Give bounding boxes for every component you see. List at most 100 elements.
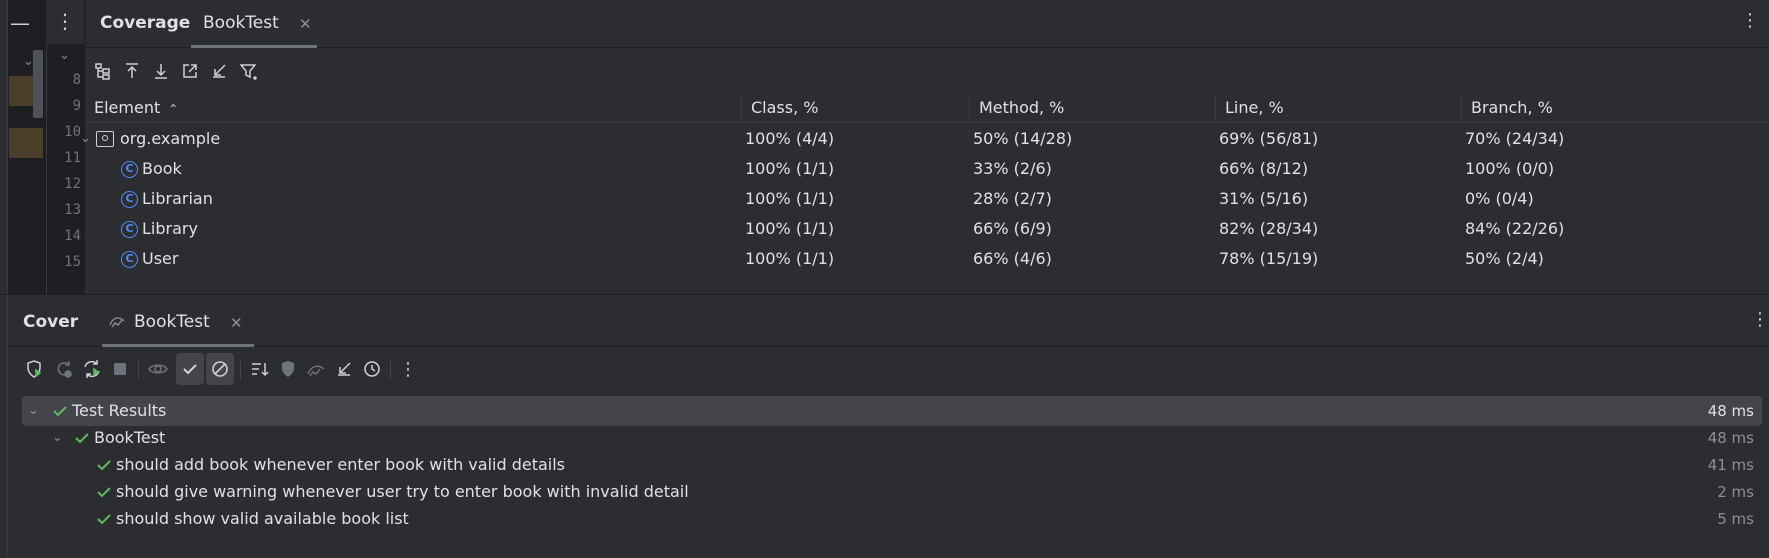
minimize-icon[interactable]: — xyxy=(9,6,31,40)
line-number: 8 xyxy=(72,72,81,88)
method-coverage: 28% (2/7) xyxy=(973,189,1052,208)
import-tests-icon[interactable] xyxy=(330,353,358,385)
chevron-down-icon[interactable]: ⌄ xyxy=(80,124,96,154)
chevron-down-icon[interactable]: ⌄ xyxy=(52,423,63,453)
close-icon[interactable]: ✕ xyxy=(230,314,243,332)
test-method-row[interactable]: should add book whenever enter book with… xyxy=(22,450,1762,480)
chevron-down-icon[interactable]: ⌄ xyxy=(28,396,39,426)
method-coverage: 50% (14/28) xyxy=(973,129,1073,148)
tool-window-bar xyxy=(0,0,8,558)
sort-icon[interactable] xyxy=(246,353,274,385)
test-method-row[interactable]: should give warning whenever user try to… xyxy=(22,477,1762,507)
test-duration: 48 ms xyxy=(1707,429,1754,447)
rerun-failed-icon[interactable] xyxy=(50,353,78,385)
table-row[interactable]: C Librarian 100% (1/1) 28% (2/7) 31% (5/… xyxy=(85,184,1769,214)
column-header-class[interactable]: Class, % xyxy=(741,93,969,123)
method-coverage: 66% (6/9) xyxy=(973,219,1052,238)
class-icon: C xyxy=(121,220,138,238)
line-number: 9 xyxy=(72,98,81,114)
test-duration: 48 ms xyxy=(1707,402,1754,420)
history-icon[interactable] xyxy=(358,353,386,385)
editor-scrollbar[interactable] xyxy=(33,50,43,118)
table-row[interactable]: ⌄ org.example 100% (4/4) 50% (14/28) 69%… xyxy=(80,124,1769,154)
toolbar-separator xyxy=(138,361,139,379)
run-toolbar: ⋮ xyxy=(8,353,488,387)
branch-coverage: 84% (22/26) xyxy=(1465,219,1565,238)
line-number: 13 xyxy=(64,202,81,218)
column-header-branch[interactable]: Branch, % xyxy=(1461,93,1769,123)
coverage-trend-icon[interactable] xyxy=(302,353,330,385)
test-label: should add book whenever enter book with… xyxy=(116,455,566,474)
column-header-method[interactable]: Method, % xyxy=(969,93,1215,123)
rerun-coverage-icon[interactable] xyxy=(20,353,48,385)
class-icon: C xyxy=(121,190,138,208)
test-method-row[interactable]: should show valid available book list 5 … xyxy=(22,504,1762,534)
class-coverage: 100% (1/1) xyxy=(745,159,835,178)
table-row[interactable]: C Library 100% (1/1) 66% (6/9) 82% (28/3… xyxy=(85,214,1769,244)
more-options-icon[interactable]: ⋮ xyxy=(1751,309,1769,330)
class-icon: C xyxy=(121,250,138,268)
column-header-element[interactable]: Element ⌃ xyxy=(85,93,741,123)
coverage-table-header: Element ⌃ Class, % Method, % Line, % Bran… xyxy=(85,93,1769,123)
test-label: should show valid available book list xyxy=(116,509,409,528)
toggle-auto-test-icon[interactable] xyxy=(78,353,106,385)
method-coverage: 66% (4/6) xyxy=(973,249,1052,268)
passed-check-icon xyxy=(97,514,111,525)
navigate-up-icon[interactable] xyxy=(118,54,146,88)
passed-check-icon xyxy=(97,487,111,498)
tab-booktest[interactable]: BookTest ✕ xyxy=(191,0,329,48)
stop-icon[interactable] xyxy=(106,353,134,385)
element-name: org.example xyxy=(120,129,221,148)
element-name: Library xyxy=(142,219,198,238)
shield-icon[interactable] xyxy=(274,353,302,385)
table-row[interactable]: C Book 100% (1/1) 33% (2/6) 66% (8/12) 1… xyxy=(85,154,1769,184)
expand-all-icon[interactable] xyxy=(176,54,204,88)
collapse-all-icon[interactable] xyxy=(205,54,233,88)
test-label: should give warning whenever user try to… xyxy=(116,482,689,501)
passed-check-icon xyxy=(53,406,67,417)
active-tab-indicator xyxy=(191,45,317,48)
more-options-icon[interactable]: ⋮ xyxy=(394,353,422,385)
branch-coverage: 50% (2/4) xyxy=(1465,249,1544,268)
line-number: 12 xyxy=(64,176,81,192)
coverage-toolbar xyxy=(85,54,485,88)
line-numbers: ⌄ 8 9 10 11 12 13 14 15 xyxy=(46,44,84,294)
more-options-icon[interactable]: ⋮ xyxy=(1741,10,1759,31)
more-options-icon[interactable]: ⋮ xyxy=(46,0,84,44)
line-coverage: 69% (56/81) xyxy=(1219,129,1319,148)
show-ignored-icon[interactable] xyxy=(206,353,234,385)
navigate-down-icon[interactable] xyxy=(147,54,175,88)
class-coverage: 100% (1/1) xyxy=(745,219,835,238)
tab-booktest[interactable]: BookTest ✕ xyxy=(102,295,254,347)
sort-ascending-icon: ⌃ xyxy=(168,102,179,116)
class-coverage: 100% (4/4) xyxy=(745,129,835,148)
line-coverage: 31% (5/16) xyxy=(1219,189,1309,208)
filter-icon[interactable] xyxy=(234,54,262,88)
passed-check-icon xyxy=(97,460,111,471)
line-number: 11 xyxy=(64,150,81,166)
run-tab-bar: Cover BookTest ✕ ⋮ xyxy=(8,295,1769,347)
branch-coverage: 0% (0/4) xyxy=(1465,189,1534,208)
coverage-mark xyxy=(9,128,43,158)
show-passed-check-icon[interactable] xyxy=(176,353,204,385)
coverage-run-icon xyxy=(109,317,125,328)
test-label: Test Results xyxy=(72,401,167,420)
column-header-line[interactable]: Line, % xyxy=(1215,93,1461,123)
panel-title: Cover xyxy=(23,312,79,332)
fold-icon[interactable]: ⌄ xyxy=(59,48,70,63)
flatten-packages-icon[interactable] xyxy=(89,54,117,88)
close-icon[interactable]: ✕ xyxy=(299,15,312,33)
panel-title: Coverage xyxy=(100,13,191,33)
test-results-root[interactable]: ⌄ Test Results 48 ms xyxy=(22,396,1762,426)
show-passed-eye-icon[interactable] xyxy=(144,353,172,385)
table-row[interactable]: C User 100% (1/1) 66% (4/6) 78% (15/19) … xyxy=(85,244,1769,274)
package-icon xyxy=(96,131,114,147)
class-icon: C xyxy=(121,160,138,178)
run-panel: Cover BookTest ✕ ⋮ ⋮ ⌄ Test Results 48 m… xyxy=(8,295,1769,558)
test-class-row[interactable]: ⌄ BookTest 48 ms xyxy=(22,423,1762,453)
branch-coverage: 70% (24/34) xyxy=(1465,129,1565,148)
line-number: 10 xyxy=(64,124,81,140)
class-coverage: 100% (1/1) xyxy=(745,249,835,268)
class-coverage: 100% (1/1) xyxy=(745,189,835,208)
line-coverage: 82% (28/34) xyxy=(1219,219,1319,238)
